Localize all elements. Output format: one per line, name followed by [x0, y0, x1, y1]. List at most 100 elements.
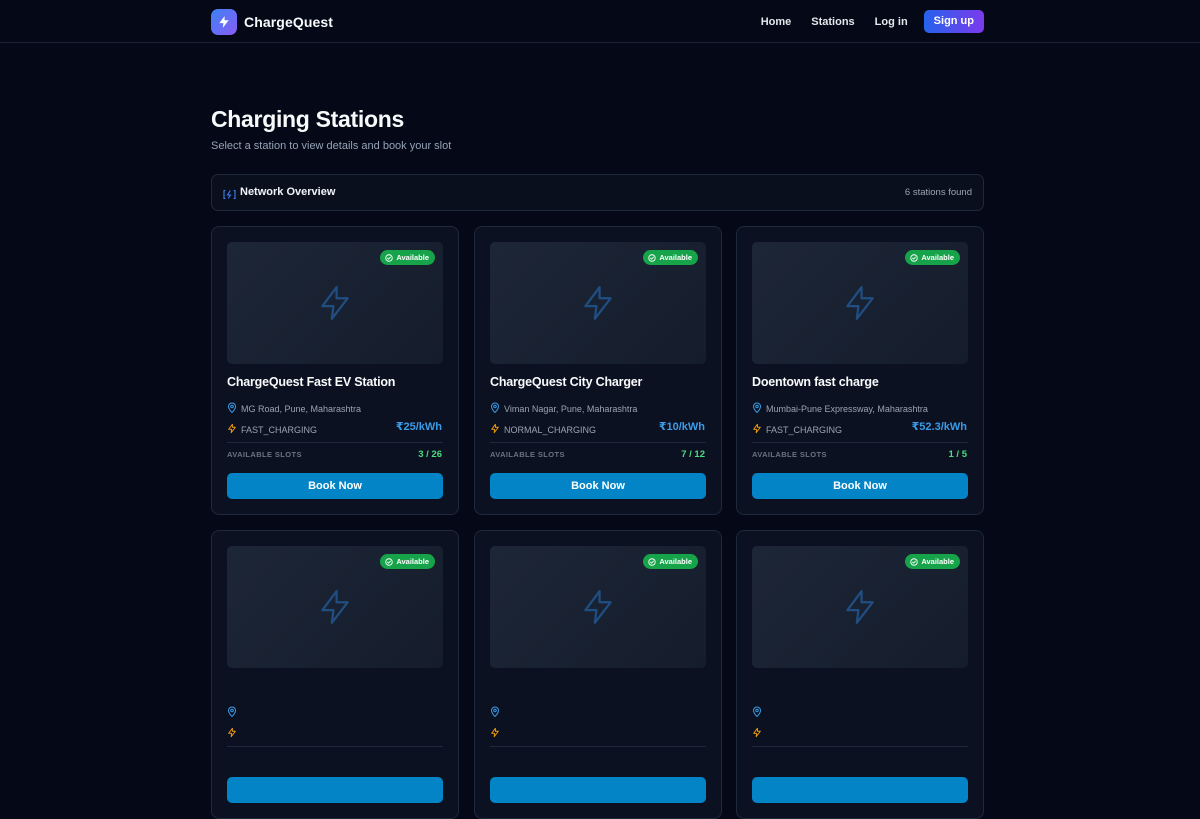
- status-label: Available: [921, 557, 954, 566]
- location-text: Viman Nagar, Pune, Maharashtra: [504, 404, 638, 414]
- brand-name: ChargeQuest: [244, 14, 334, 30]
- page-subtitle: Select a station to view details and boo…: [211, 140, 452, 152]
- price-per-kwh: ₹52.3/kWh: [911, 421, 967, 433]
- status-label: Available: [659, 557, 692, 566]
- nav-home-link[interactable]: Home: [761, 11, 792, 33]
- check-circle-icon: [385, 249, 394, 267]
- divider: [752, 746, 968, 747]
- check-circle-icon: [648, 553, 657, 571]
- available-slots-label: AVAILABLE SLOTS: [227, 450, 302, 459]
- divider: [227, 442, 443, 443]
- location-text: Mumbai-Pune Expressway, Maharashtra: [766, 404, 928, 414]
- charging-type: [490, 725, 504, 743]
- lightning-bolt-icon: [841, 284, 879, 327]
- charging-type: [227, 725, 241, 743]
- station-card[interactable]: Available: [474, 530, 722, 819]
- station-image-placeholder: Available: [227, 242, 443, 364]
- lightning-bolt-icon: [316, 588, 354, 631]
- available-slots-value: 1 / 5: [948, 449, 968, 460]
- available-slots-label: AVAILABLE SLOTS: [752, 450, 827, 459]
- station-location: [490, 704, 504, 722]
- station-name: ChargeQuest Fast EV Station: [227, 375, 396, 389]
- map-pin-icon: [752, 704, 762, 722]
- map-pin-icon: [490, 704, 500, 722]
- nav-stations-link[interactable]: Stations: [811, 11, 854, 33]
- status-badge: Available: [380, 250, 435, 265]
- lightning-icon: [752, 421, 762, 439]
- station-name: ChargeQuest City Charger: [490, 375, 643, 389]
- charging-station-icon: [223, 187, 236, 205]
- price-per-kwh: ₹10/kWh: [658, 421, 705, 433]
- station-card[interactable]: Available: [736, 530, 984, 819]
- book-now-button[interactable]: [752, 777, 968, 803]
- divider: [227, 746, 443, 747]
- charging-type: NORMAL_CHARGING: [490, 421, 596, 439]
- available-slots-label: AVAILABLE SLOTS: [490, 450, 565, 459]
- brand-link[interactable]: ChargeQuest: [211, 9, 333, 35]
- available-slots-value: 7 / 12: [681, 449, 705, 460]
- lightning-icon: [752, 725, 762, 743]
- page-title: Charging Stations: [211, 106, 404, 132]
- divider: [752, 442, 968, 443]
- status-label: Available: [921, 253, 954, 262]
- map-pin-icon: [227, 400, 237, 418]
- station-card[interactable]: Available: [211, 530, 459, 819]
- charging-type: FAST_CHARGING: [227, 421, 317, 439]
- status-badge: Available: [643, 250, 698, 265]
- status-label: Available: [659, 253, 692, 262]
- lightning-icon: [227, 725, 237, 743]
- station-location: MG Road, Pune, Maharashtra: [227, 400, 361, 418]
- check-circle-icon: [385, 553, 394, 571]
- status-badge: Available: [905, 250, 960, 265]
- location-text: MG Road, Pune, Maharashtra: [241, 404, 362, 414]
- book-now-button[interactable]: Book Now: [490, 473, 706, 499]
- top-navbar: ChargeQuest Home Stations Log in Sign up: [0, 0, 1200, 43]
- charging-type: FAST_CHARGING: [752, 421, 842, 439]
- station-card[interactable]: Available Doentown fast charge Mumbai-Pu…: [736, 226, 984, 515]
- book-now-button[interactable]: [227, 777, 443, 803]
- map-pin-icon: [227, 704, 237, 722]
- charging-type-text: FAST_CHARGING: [241, 425, 318, 435]
- station-card[interactable]: Available ChargeQuest Fast EV Station MG…: [211, 226, 459, 515]
- book-now-button[interactable]: Book Now: [752, 473, 968, 499]
- lightning-bolt-icon: [579, 588, 617, 631]
- status-badge: Available: [905, 554, 960, 569]
- divider: [490, 442, 706, 443]
- lightning-icon: [490, 725, 500, 743]
- status-label: Available: [396, 557, 429, 566]
- nav-links: Home Stations Log in Sign up: [761, 10, 984, 33]
- map-pin-icon: [490, 400, 500, 418]
- station-name: Doentown fast charge: [752, 375, 879, 389]
- network-overview-title: Network Overview: [240, 186, 336, 198]
- book-now-button[interactable]: Book Now: [227, 473, 443, 499]
- book-now-button[interactable]: [490, 777, 706, 803]
- station-location: [227, 704, 241, 722]
- status-badge: Available: [380, 554, 435, 569]
- charging-type-text: NORMAL_CHARGING: [504, 425, 597, 435]
- charging-type: [752, 725, 766, 743]
- lightning-icon: [227, 421, 237, 439]
- station-location: [752, 704, 766, 722]
- nav-login-link[interactable]: Log in: [875, 11, 908, 33]
- lightning-bolt-icon: [841, 588, 879, 631]
- station-image-placeholder: Available: [227, 546, 443, 668]
- charging-type-text: FAST_CHARGING: [766, 425, 843, 435]
- station-image-placeholder: Available: [490, 546, 706, 668]
- lightning-bolt-icon: [316, 284, 354, 327]
- network-overview-bar: Network Overview 6 stations found: [211, 174, 984, 211]
- lightning-bolt-icon: [211, 9, 237, 35]
- station-card[interactable]: Available ChargeQuest City Charger Viman…: [474, 226, 722, 515]
- station-location: Viman Nagar, Pune, Maharashtra: [490, 400, 637, 418]
- stations-count: 6 stations found: [904, 187, 972, 198]
- station-image-placeholder: Available: [490, 242, 706, 364]
- lightning-icon: [490, 421, 500, 439]
- signup-button[interactable]: Sign up: [923, 10, 984, 33]
- station-image-placeholder: Available: [752, 546, 968, 668]
- check-circle-icon: [910, 249, 919, 267]
- check-circle-icon: [910, 553, 919, 571]
- station-image-placeholder: Available: [752, 242, 968, 364]
- check-circle-icon: [648, 249, 657, 267]
- price-per-kwh: ₹25/kWh: [395, 421, 442, 433]
- lightning-bolt-icon: [579, 284, 617, 327]
- status-badge: Available: [643, 554, 698, 569]
